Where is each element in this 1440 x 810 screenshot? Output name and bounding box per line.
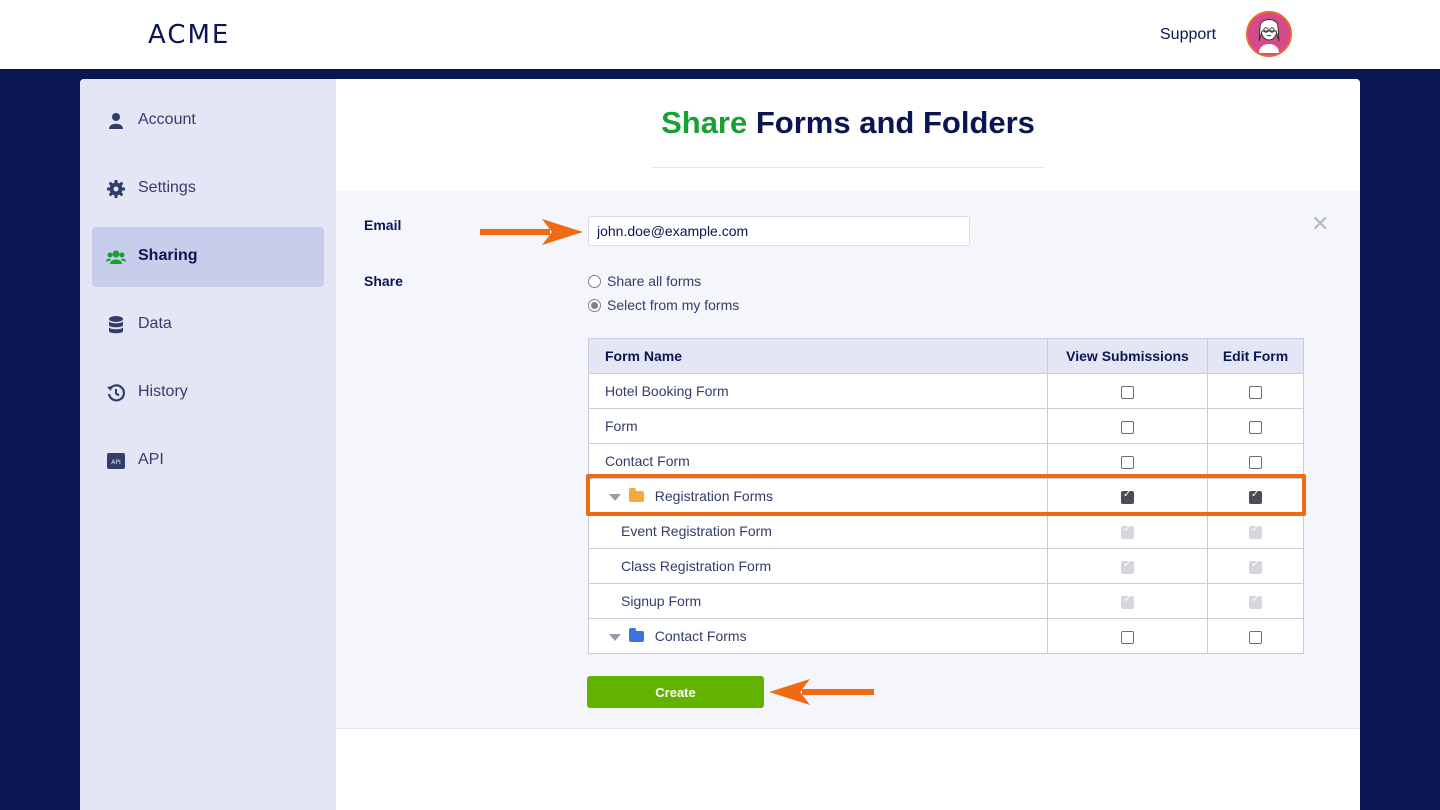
page-title: Share Forms and Folders	[336, 105, 1360, 141]
title-divider	[652, 167, 1044, 168]
gear-icon	[107, 180, 125, 198]
form-name-cell: Signup Form	[588, 583, 1048, 619]
view-submissions-checkbox[interactable]	[1121, 489, 1134, 504]
column-header-form-name: Form Name	[588, 338, 1048, 374]
edit-form-checkbox[interactable]	[1249, 455, 1262, 469]
table-row-folder: Contact Forms	[588, 618, 1304, 654]
sidebar-item-api[interactable]: API API	[92, 431, 324, 491]
table-row: Signup Form	[588, 583, 1304, 619]
edit-form-checkbox[interactable]	[1249, 630, 1262, 644]
sidebar-item-settings[interactable]: Settings	[92, 159, 324, 219]
table-header-row: Form Name View Submissions Edit Form	[588, 338, 1304, 374]
column-header-edit-form: Edit Form	[1207, 338, 1304, 374]
sidebar-item-label: History	[138, 383, 188, 400]
folder-name: Contact Forms	[654, 628, 747, 644]
edit-form-checkbox	[1249, 524, 1262, 539]
api-icon: API	[107, 453, 125, 469]
folder-icon	[628, 628, 644, 642]
table-row: Form	[588, 408, 1304, 444]
sidebar-item-history[interactable]: History	[92, 363, 324, 423]
support-link[interactable]: Support	[1160, 26, 1216, 44]
avatar-icon	[1248, 13, 1290, 55]
create-button[interactable]: Create	[587, 676, 764, 708]
sidebar-item-label: API	[138, 451, 164, 468]
database-icon	[109, 316, 123, 334]
history-icon	[107, 384, 126, 402]
svg-text:API: API	[111, 459, 121, 466]
page-title-rest: Forms and Folders	[755, 105, 1035, 140]
folder-name: Registration Forms	[654, 488, 774, 504]
email-field[interactable]	[588, 216, 970, 246]
top-bar: ACME Support	[0, 0, 1440, 69]
radio-select-forms[interactable]: Select from my forms	[588, 297, 739, 313]
sidebar-item-label: Data	[138, 315, 172, 332]
form-name-cell: Contact Form	[588, 443, 1048, 479]
edit-form-checkbox	[1249, 559, 1262, 574]
sidebar-item-sharing[interactable]: Sharing	[92, 227, 324, 287]
radio-label: Select from my forms	[607, 297, 740, 313]
view-submissions-checkbox[interactable]	[1121, 385, 1134, 399]
arrow-annotation-email	[480, 219, 583, 245]
view-submissions-checkbox	[1121, 559, 1134, 574]
avatar[interactable]	[1246, 11, 1292, 57]
sidebar-item-label: Account	[138, 111, 196, 128]
table-row: Event Registration Form	[588, 513, 1304, 549]
table-row-folder: Registration Forms	[588, 478, 1304, 514]
user-icon	[109, 113, 123, 129]
close-icon[interactable]: ✕	[1311, 211, 1329, 237]
main-content: Share Forms and Folders Email ✕ Share Sh…	[336, 79, 1360, 810]
share-form: Email ✕ Share Share all forms Select fro…	[336, 191, 1360, 729]
settings-panel: Account Settings Sharing Data History AP…	[80, 79, 1360, 810]
sidebar-item-label: Sharing	[138, 247, 198, 264]
form-name-cell: Form	[588, 408, 1048, 444]
folder-icon	[628, 488, 644, 502]
sidebar: Account Settings Sharing Data History AP…	[80, 79, 336, 810]
form-name-cell: Event Registration Form	[588, 513, 1048, 549]
view-submissions-checkbox	[1121, 524, 1134, 539]
view-submissions-checkbox[interactable]	[1121, 455, 1134, 469]
table-row: Hotel Booking Form	[588, 373, 1304, 409]
users-icon	[106, 250, 126, 264]
page-title-accent: Share	[661, 105, 748, 140]
radio-button[interactable]	[588, 299, 601, 312]
arrow-annotation-create	[769, 679, 874, 705]
form-name-cell: Hotel Booking Form	[588, 373, 1048, 409]
radio-share-all[interactable]: Share all forms	[588, 273, 701, 289]
form-name-cell: Class Registration Form	[588, 548, 1048, 584]
column-header-view-submissions: View Submissions	[1047, 338, 1208, 374]
acme-logo[interactable]: ACME	[148, 20, 230, 50]
chevron-down-icon[interactable]	[609, 633, 621, 641]
table-row: Class Registration Form	[588, 548, 1304, 584]
edit-form-checkbox	[1249, 594, 1262, 609]
share-label: Share	[364, 273, 403, 289]
sidebar-item-label: Settings	[138, 179, 196, 196]
edit-form-checkbox[interactable]	[1249, 385, 1262, 399]
forms-table: Form Name View Submissions Edit Form Hot…	[588, 338, 1304, 654]
email-label: Email	[364, 217, 402, 233]
table-row: Contact Form	[588, 443, 1304, 479]
sidebar-item-account[interactable]: Account	[92, 91, 324, 151]
folder-name-cell: Contact Forms	[588, 618, 1048, 654]
edit-form-checkbox[interactable]	[1249, 420, 1262, 434]
radio-button[interactable]	[588, 275, 601, 288]
radio-label: Share all forms	[607, 273, 702, 289]
view-submissions-checkbox	[1121, 594, 1134, 609]
sidebar-item-data[interactable]: Data	[92, 295, 324, 355]
chevron-down-icon[interactable]	[609, 493, 621, 501]
view-submissions-checkbox[interactable]	[1121, 420, 1134, 434]
folder-name-cell: Registration Forms	[588, 478, 1048, 514]
view-submissions-checkbox[interactable]	[1121, 630, 1134, 644]
edit-form-checkbox[interactable]	[1249, 489, 1262, 504]
